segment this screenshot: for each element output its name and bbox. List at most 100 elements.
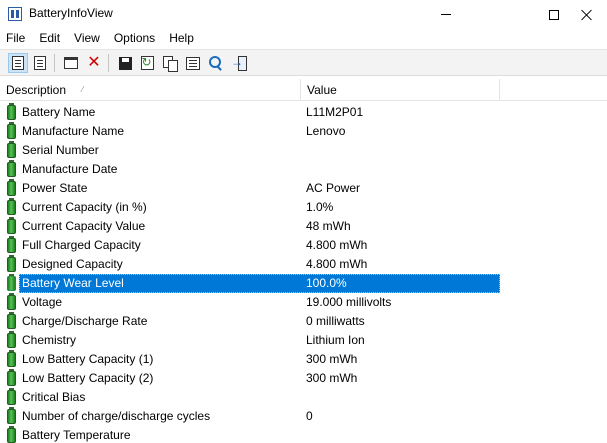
row-value: 0 milliwatts — [306, 314, 365, 328]
properties-button[interactable] — [183, 53, 203, 73]
text-report-button[interactable] — [30, 53, 50, 73]
delete-button[interactable]: ✕ — [84, 53, 104, 73]
battery-icon — [7, 388, 16, 405]
copy-icon — [163, 56, 178, 72]
save-button[interactable] — [115, 53, 135, 73]
toolbar: ✕ — [0, 49, 607, 76]
list-item[interactable]: Number of charge/discharge cycles 0 — [0, 407, 607, 426]
menu-bar: File Edit View Options Help — [0, 29, 607, 48]
battery-icon — [7, 160, 16, 177]
battery-icon — [7, 293, 16, 310]
row-value: 19.000 millivolts — [306, 295, 392, 309]
list-item[interactable]: Manufacture Name Lenovo — [0, 122, 607, 141]
row-description: Battery Wear Level — [22, 276, 124, 290]
row-value: 300 mWh — [306, 371, 358, 385]
row-description: Manufacture Date — [22, 162, 118, 176]
row-value: Lenovo — [306, 124, 346, 138]
sort-arrow-icon: ⁄ — [82, 85, 84, 94]
battery-icon — [7, 331, 16, 348]
list-item[interactable]: Battery Wear Level 100.0% — [0, 274, 607, 293]
row-description: Full Charged Capacity — [22, 238, 141, 252]
row-value: 0 — [306, 409, 313, 423]
battery-icon — [7, 217, 16, 234]
refresh-button[interactable] — [137, 53, 157, 73]
battery-icon — [7, 426, 16, 443]
row-value: 300 mWh — [306, 352, 358, 366]
list-item[interactable]: Full Charged Capacity 4.800 mWh — [0, 236, 607, 255]
list-item[interactable]: Chemistry Lithium Ion — [0, 331, 607, 350]
column-header-description[interactable]: Description ⁄ — [0, 79, 301, 101]
row-description: Current Capacity Value — [22, 219, 146, 233]
battery-icon — [7, 274, 16, 291]
row-description: Charge/Discharge Rate — [22, 314, 148, 328]
find-icon — [209, 56, 223, 70]
row-description: Battery Name — [22, 105, 96, 119]
minimize-icon — [441, 14, 451, 15]
list-item[interactable]: Power State AC Power — [0, 179, 607, 198]
list-item[interactable]: Charge/Discharge Rate 0 milliwatts — [0, 312, 607, 331]
column-header-value[interactable]: Value — [301, 79, 500, 101]
find-button[interactable] — [206, 53, 226, 73]
minimize-button[interactable] — [423, 0, 469, 29]
battery-icon — [7, 312, 16, 329]
list-item[interactable]: Voltage 19.000 millivolts — [0, 293, 607, 312]
copy-button[interactable] — [160, 53, 180, 73]
close-button[interactable] — [566, 0, 607, 29]
list-item[interactable]: Battery Temperature — [0, 426, 607, 443]
row-value: 48 mWh — [306, 219, 351, 233]
row-description: Voltage — [22, 295, 63, 309]
row-description: Designed Capacity — [22, 257, 123, 271]
row-value: Lithium Ion — [306, 333, 365, 347]
battery-icon — [7, 179, 16, 196]
battery-icon — [7, 198, 16, 215]
menu-edit[interactable]: Edit — [32, 29, 67, 48]
row-description: Battery Temperature — [22, 428, 131, 442]
menu-help[interactable]: Help — [162, 29, 201, 48]
list-header: Description ⁄ Value — [0, 79, 607, 101]
menu-view[interactable]: View — [67, 29, 107, 48]
menu-options[interactable]: Options — [107, 29, 162, 48]
row-description: Current Capacity (in %) — [22, 200, 147, 214]
row-value: AC Power — [306, 181, 361, 195]
window-title: BatteryInfoView — [29, 6, 113, 20]
list-item[interactable]: Critical Bias — [0, 388, 607, 407]
list-item[interactable]: Current Capacity Value 48 mWh — [0, 217, 607, 236]
list-rows: Battery Name L11M2P01 Manufacture Name Leno… — [0, 103, 607, 443]
window-icon — [64, 57, 78, 69]
row-description: Low Battery Capacity (1) — [22, 352, 154, 366]
battery-info-list[interactable]: Description ⁄ Value Battery Name L11M2P01… — [0, 79, 607, 443]
delete-icon: ✕ — [87, 54, 101, 71]
menu-file[interactable]: File — [0, 29, 32, 48]
properties-icon — [186, 56, 200, 70]
html-report-icon — [12, 56, 24, 70]
battery-icon — [7, 236, 16, 253]
list-item[interactable]: Serial Number — [0, 141, 607, 160]
battery-icon — [7, 103, 16, 120]
column-header-value-label: Value — [307, 83, 337, 97]
list-item[interactable]: Battery Name L11M2P01 — [0, 103, 607, 122]
window-button[interactable] — [61, 53, 81, 73]
exit-icon — [231, 55, 247, 71]
row-value: 4.800 mWh — [306, 238, 368, 252]
html-report-button[interactable] — [8, 53, 28, 73]
save-icon — [118, 56, 132, 70]
list-item[interactable]: Designed Capacity 4.800 mWh — [0, 255, 607, 274]
list-item[interactable]: Manufacture Date — [0, 160, 607, 179]
row-description: Critical Bias — [22, 390, 86, 404]
row-value: 1.0% — [306, 200, 334, 214]
list-item[interactable]: Low Battery Capacity (1) 300 mWh — [0, 350, 607, 369]
toolbar-separator — [54, 54, 55, 72]
list-item[interactable]: Low Battery Capacity (2) 300 mWh — [0, 369, 607, 388]
close-icon — [581, 9, 593, 21]
row-value: L11M2P01 — [306, 105, 364, 119]
maximize-icon — [549, 9, 559, 20]
row-description: Chemistry — [22, 333, 77, 347]
list-item[interactable]: Current Capacity (in %) 1.0% — [0, 198, 607, 217]
row-description: Power State — [22, 181, 88, 195]
row-value: 100.0% — [306, 276, 347, 290]
text-report-icon — [34, 56, 46, 70]
battery-icon — [7, 141, 16, 158]
row-description: Manufacture Name — [22, 124, 125, 138]
exit-button[interactable] — [229, 53, 249, 73]
battery-icon — [7, 369, 16, 386]
